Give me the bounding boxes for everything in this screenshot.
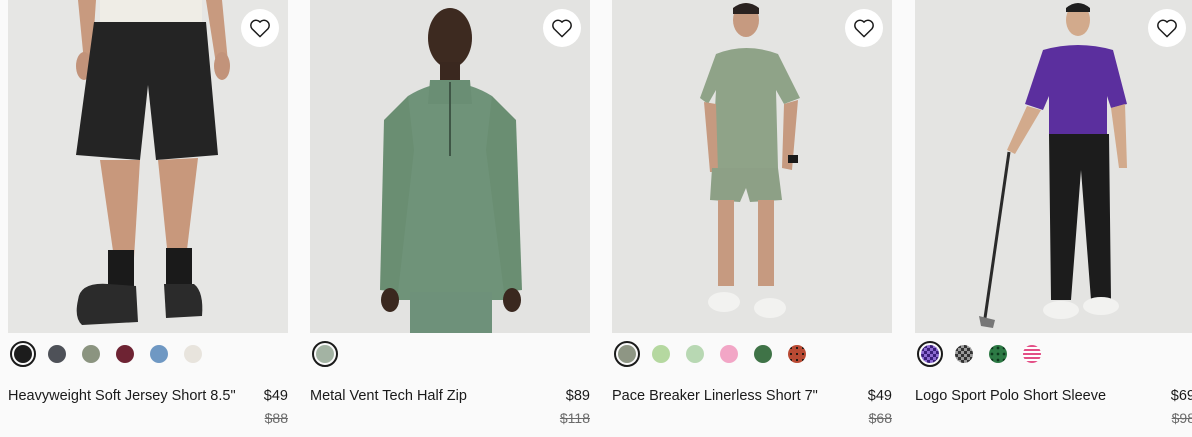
color-swatches — [10, 339, 206, 369]
original-price: $98 — [1171, 410, 1192, 426]
heart-outline-icon — [552, 19, 572, 38]
wishlist-button[interactable] — [543, 9, 581, 47]
sale-price: $49 — [867, 388, 892, 404]
heart-outline-icon — [854, 19, 874, 38]
product-card[interactable]: Pace Breaker Linerless Short 7" $49 $68 — [612, 0, 892, 437]
color-swatch[interactable] — [985, 341, 1011, 367]
product-card[interactable]: Metal Vent Tech Half Zip $89 $118 — [310, 0, 590, 437]
color-swatch[interactable] — [78, 341, 104, 367]
product-name[interactable]: Heavyweight Soft Jersey Short 8.5" — [8, 388, 236, 404]
color-swatch[interactable] — [682, 341, 708, 367]
product-grid: Heavyweight Soft Jersey Short 8.5" $49 $… — [0, 0, 1192, 437]
color-swatches — [312, 339, 338, 369]
color-swatch[interactable] — [716, 341, 742, 367]
sale-price: $69 — [1170, 388, 1192, 404]
product-name[interactable]: Logo Sport Polo Short Sleeve — [915, 388, 1106, 404]
color-swatch[interactable] — [10, 341, 36, 367]
product-card[interactable]: Heavyweight Soft Jersey Short 8.5" $49 $… — [8, 0, 288, 437]
color-swatch[interactable] — [784, 341, 810, 367]
original-price: $88 — [264, 410, 288, 426]
color-swatch[interactable] — [1019, 341, 1045, 367]
product-image[interactable] — [915, 0, 1192, 333]
wishlist-button[interactable] — [845, 9, 883, 47]
color-swatch[interactable] — [44, 341, 70, 367]
color-swatch[interactable] — [112, 341, 138, 367]
heart-outline-icon — [250, 19, 270, 38]
product-name[interactable]: Pace Breaker Linerless Short 7" — [612, 388, 818, 404]
original-price: $118 — [559, 410, 590, 426]
sale-price: $49 — [263, 388, 288, 404]
product-image[interactable] — [310, 0, 590, 333]
color-swatches — [614, 339, 810, 369]
original-price: $68 — [868, 410, 892, 426]
color-swatch[interactable] — [312, 341, 338, 367]
product-card[interactable]: Logo Sport Polo Short Sleeve $69 $98 — [915, 0, 1192, 437]
color-swatch[interactable] — [180, 341, 206, 367]
product-image[interactable] — [8, 0, 288, 333]
color-swatch[interactable] — [146, 341, 172, 367]
heart-outline-icon — [1157, 19, 1177, 38]
wishlist-button[interactable] — [1148, 9, 1186, 47]
color-swatch[interactable] — [614, 341, 640, 367]
product-name[interactable]: Metal Vent Tech Half Zip — [310, 388, 467, 404]
color-swatches — [917, 339, 1045, 369]
color-swatch[interactable] — [951, 341, 977, 367]
color-swatch[interactable] — [917, 341, 943, 367]
wishlist-button[interactable] — [241, 9, 279, 47]
color-swatch[interactable] — [750, 341, 776, 367]
product-image[interactable] — [612, 0, 892, 333]
sale-price: $89 — [565, 388, 590, 404]
color-swatch[interactable] — [648, 341, 674, 367]
